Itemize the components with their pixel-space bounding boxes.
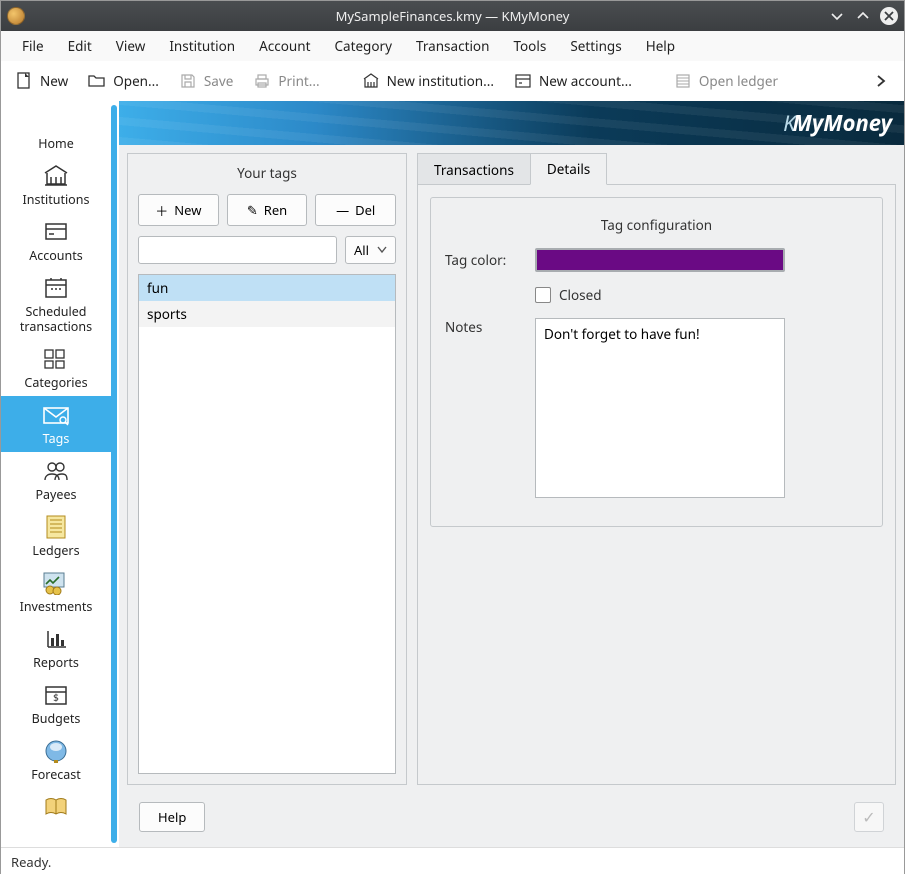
sidebar-active-indicator bbox=[111, 105, 117, 843]
ledger-icon bbox=[674, 72, 692, 90]
sidebar-item-reports[interactable]: Reports bbox=[1, 620, 111, 676]
menu-account[interactable]: Account bbox=[248, 33, 321, 59]
sidebar-item-home[interactable]: Home bbox=[1, 101, 111, 157]
window-close-icon[interactable] bbox=[880, 7, 898, 25]
menu-settings[interactable]: Settings bbox=[559, 33, 632, 59]
apply-button[interactable]: ✓ bbox=[854, 802, 884, 832]
status-text: Ready. bbox=[11, 853, 51, 871]
sidebar-item-tags[interactable]: Tags bbox=[1, 396, 111, 452]
tag-filter-select[interactable]: All bbox=[345, 236, 396, 264]
forecast-icon bbox=[41, 738, 71, 764]
toolbar-open-ledger: Open ledger bbox=[670, 68, 782, 94]
notes-label: Notes bbox=[445, 318, 535, 336]
tag-configuration-group: Tag configuration Tag color: Closed Note… bbox=[430, 197, 883, 527]
tag-row[interactable]: sports bbox=[139, 301, 395, 327]
help-button[interactable]: Help bbox=[139, 802, 205, 832]
accounts-icon bbox=[41, 219, 71, 245]
menu-view[interactable]: View bbox=[105, 33, 157, 59]
tag-delete-button[interactable]: — Del bbox=[315, 194, 396, 226]
book-icon bbox=[41, 794, 71, 820]
tab-details[interactable]: Details bbox=[530, 153, 607, 185]
home-icon bbox=[41, 107, 71, 133]
toolbar: New Open... Save Print... New institutio… bbox=[1, 61, 904, 101]
window-minimize-icon[interactable] bbox=[828, 7, 846, 25]
budgets-icon: $ bbox=[41, 682, 71, 708]
print-icon bbox=[253, 72, 271, 90]
minus-icon: — bbox=[336, 201, 349, 219]
tag-color-picker[interactable] bbox=[535, 248, 785, 272]
closed-checkbox[interactable] bbox=[535, 287, 551, 303]
toolbar-new[interactable]: New bbox=[11, 68, 72, 94]
toolbar-new-institution[interactable]: New institution... bbox=[358, 68, 498, 94]
tags-icon bbox=[41, 402, 71, 428]
fieldset-legend: Tag configuration bbox=[445, 216, 868, 234]
reports-icon bbox=[41, 626, 71, 652]
sidebar-item-budgets[interactable]: $ Budgets bbox=[1, 676, 111, 732]
bottom-toolbar: Help ✓ bbox=[127, 793, 896, 841]
institutions-icon bbox=[41, 163, 71, 189]
pencil-icon: ✎ bbox=[247, 201, 258, 219]
menu-transaction[interactable]: Transaction bbox=[405, 33, 500, 59]
menu-edit[interactable]: Edit bbox=[57, 33, 103, 59]
institution-icon bbox=[362, 72, 380, 90]
sidebar-item-payees[interactable]: Payees bbox=[1, 452, 111, 508]
window-maximize-icon[interactable] bbox=[854, 7, 872, 25]
status-bar: Ready. bbox=[1, 847, 904, 875]
window-titlebar: MySampleFinances.kmy — KMyMoney bbox=[1, 1, 904, 31]
open-folder-icon bbox=[88, 72, 106, 90]
plus-icon: ＋ bbox=[155, 201, 168, 220]
details-panel: Transactions Details Tag configuration T… bbox=[417, 153, 896, 785]
closed-label: Closed bbox=[559, 286, 602, 304]
menu-help[interactable]: Help bbox=[635, 33, 686, 59]
sidebar-item-investments[interactable]: Investments bbox=[1, 564, 111, 620]
tag-row[interactable]: fun bbox=[139, 275, 395, 301]
toolbar-open[interactable]: Open... bbox=[84, 68, 163, 94]
notes-textarea[interactable] bbox=[535, 318, 785, 498]
ledgers-icon bbox=[41, 514, 71, 540]
sidebar-nav: Home Institutions Accounts Scheduled tra… bbox=[1, 101, 111, 847]
svg-text:$: $ bbox=[53, 690, 59, 704]
sidebar-item-institutions[interactable]: Institutions bbox=[1, 157, 111, 213]
tags-panel-title: Your tags bbox=[128, 154, 406, 194]
account-icon bbox=[514, 72, 532, 90]
app-banner: KMyMoney bbox=[119, 101, 904, 145]
new-file-icon bbox=[15, 72, 33, 90]
sidebar-item-accounts[interactable]: Accounts bbox=[1, 213, 111, 269]
tag-color-label: Tag color: bbox=[445, 251, 535, 269]
menu-tools[interactable]: Tools bbox=[502, 33, 557, 59]
details-tabs: Transactions Details bbox=[417, 153, 896, 185]
save-icon bbox=[179, 72, 197, 90]
tag-rename-button[interactable]: ✎ Ren bbox=[227, 194, 308, 226]
menu-institution[interactable]: Institution bbox=[158, 33, 246, 59]
sidebar-item-categories[interactable]: Categories bbox=[1, 340, 111, 396]
toolbar-overflow-icon[interactable] bbox=[868, 74, 894, 88]
toolbar-new-account[interactable]: New account... bbox=[510, 68, 636, 94]
payees-icon bbox=[41, 458, 71, 484]
tags-panel: Your tags ＋ New ✎ Ren — Del bbox=[127, 153, 407, 785]
menubar: File Edit View Institution Account Categ… bbox=[1, 31, 904, 61]
sidebar-item-ledgers[interactable]: Ledgers bbox=[1, 508, 111, 564]
calendar-icon bbox=[41, 275, 71, 301]
app-icon bbox=[7, 7, 25, 25]
investments-icon bbox=[41, 570, 71, 596]
tab-transactions[interactable]: Transactions bbox=[417, 153, 531, 185]
window-title: MySampleFinances.kmy — KMyMoney bbox=[336, 7, 570, 25]
chevron-down-icon bbox=[377, 246, 387, 254]
sidebar-item-extra[interactable] bbox=[1, 788, 111, 825]
tag-list[interactable]: fun sports bbox=[138, 274, 396, 774]
menu-category[interactable]: Category bbox=[323, 33, 403, 59]
check-icon: ✓ bbox=[862, 806, 875, 828]
tag-filter-input[interactable] bbox=[138, 236, 337, 264]
toolbar-print: Print... bbox=[249, 68, 323, 94]
main-area: KMyMoney Your tags ＋ New ✎ Ren — bbox=[119, 101, 904, 847]
categories-icon bbox=[41, 346, 71, 372]
tag-new-button[interactable]: ＋ New bbox=[138, 194, 219, 226]
toolbar-save: Save bbox=[175, 68, 237, 94]
sidebar-item-scheduled[interactable]: Scheduled transactions bbox=[1, 269, 111, 340]
menu-file[interactable]: File bbox=[11, 33, 55, 59]
sidebar-item-forecast[interactable]: Forecast bbox=[1, 732, 111, 788]
